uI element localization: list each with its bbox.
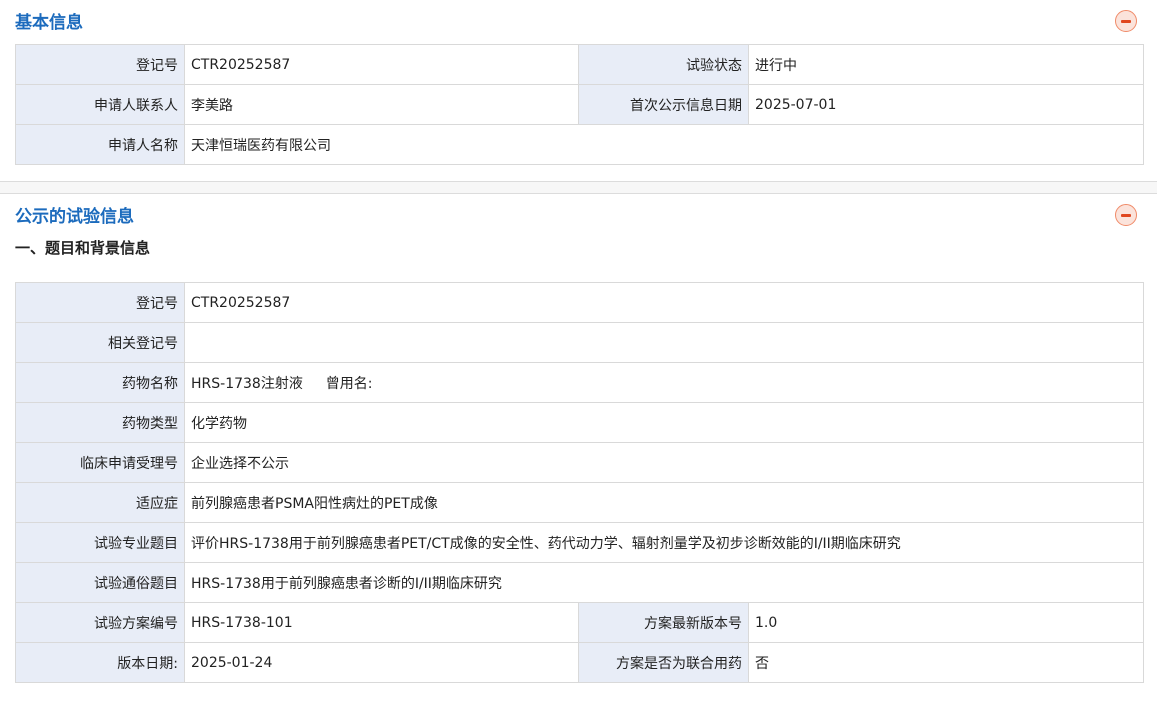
table-row: 适应症 前列腺癌患者PSMA阳性病灶的PET成像 (15, 482, 1144, 523)
table-row: 药物类型 化学药物 (15, 402, 1144, 443)
collapse-minus-icon[interactable] (1115, 204, 1137, 226)
trial-info-table: 登记号 CTR20252587 相关登记号 药物名称 HRS-1738注射液 曾… (15, 282, 1144, 683)
field-label: 首次公示信息日期 (578, 84, 749, 125)
field-value: HRS-1738用于前列腺癌患者诊断的I/II期临床研究 (184, 562, 1144, 603)
field-value: CTR20252587 (184, 44, 579, 85)
field-value: 2025-01-24 (184, 642, 579, 683)
field-label: 试验状态 (578, 44, 749, 85)
field-value: HRS-1738-101 (184, 602, 579, 643)
field-label: 试验通俗题目 (15, 562, 185, 603)
field-label: 适应症 (15, 482, 185, 523)
field-value: 李美路 (184, 84, 579, 125)
basic-info-section: 基本信息 登记号 CTR20252587 试验状态 进行中 申请人联系人 李美路… (0, 0, 1157, 165)
collapse-minus-icon[interactable] (1115, 10, 1137, 32)
section-title-public: 公示的试验信息 (15, 207, 134, 227)
section-divider (0, 181, 1157, 194)
table-row: 登记号 CTR20252587 (15, 282, 1144, 323)
table-row: 药物名称 HRS-1738注射液 曾用名: (15, 362, 1144, 403)
field-label: 临床申请受理号 (15, 442, 185, 483)
table-row: 试验专业题目 评价HRS-1738用于前列腺癌患者PET/CT成像的安全性、药代… (15, 522, 1144, 563)
section-title-basic: 基本信息 (15, 13, 83, 33)
field-label: 版本日期: (15, 642, 185, 683)
basic-info-header: 基本信息 (0, 0, 1157, 44)
field-label: 相关登记号 (15, 322, 185, 363)
field-label: 方案最新版本号 (578, 602, 749, 643)
field-value: CTR20252587 (184, 282, 1144, 323)
table-row: 临床申请受理号 企业选择不公示 (15, 442, 1144, 483)
field-value: 否 (748, 642, 1144, 683)
basic-info-table: 登记号 CTR20252587 试验状态 进行中 申请人联系人 李美路 首次公示… (15, 44, 1144, 165)
public-trial-section: 公示的试验信息 一、题目和背景信息 登记号 CTR20252587 相关登记号 … (0, 194, 1157, 683)
field-label: 药物类型 (15, 402, 185, 443)
field-value: 1.0 (748, 602, 1144, 643)
field-label: 方案是否为联合用药 (578, 642, 749, 683)
field-label: 登记号 (15, 44, 185, 85)
field-label: 申请人联系人 (15, 84, 185, 125)
subsection-title: 一、题目和背景信息 (15, 239, 151, 257)
table-row: 登记号 CTR20252587 试验状态 进行中 (15, 44, 1144, 85)
field-value: 企业选择不公示 (184, 442, 1144, 483)
field-value: 前列腺癌患者PSMA阳性病灶的PET成像 (184, 482, 1144, 523)
table-row: 相关登记号 (15, 322, 1144, 363)
table-row: 试验方案编号 HRS-1738-101 方案最新版本号 1.0 (15, 602, 1144, 643)
table-row: 申请人名称 天津恒瑞医药有限公司 (15, 124, 1144, 165)
field-label: 试验专业题目 (15, 522, 185, 563)
field-value: 评价HRS-1738用于前列腺癌患者PET/CT成像的安全性、药代动力学、辐射剂… (184, 522, 1144, 563)
field-label: 登记号 (15, 282, 185, 323)
field-label: 药物名称 (15, 362, 185, 403)
table-row: 申请人联系人 李美路 首次公示信息日期 2025-07-01 (15, 84, 1144, 125)
field-value: 天津恒瑞医药有限公司 (184, 124, 1144, 165)
field-value: 进行中 (748, 44, 1144, 85)
field-value: 化学药物 (184, 402, 1144, 443)
field-value: 2025-07-01 (748, 84, 1144, 125)
field-value: HRS-1738注射液 曾用名: (184, 362, 1144, 403)
table-row: 试验通俗题目 HRS-1738用于前列腺癌患者诊断的I/II期临床研究 (15, 562, 1144, 603)
field-value (184, 322, 1144, 363)
field-label: 申请人名称 (15, 124, 185, 165)
public-info-header: 公示的试验信息 (0, 194, 1157, 238)
table-row: 版本日期: 2025-01-24 方案是否为联合用药 否 (15, 642, 1144, 683)
field-label: 试验方案编号 (15, 602, 185, 643)
